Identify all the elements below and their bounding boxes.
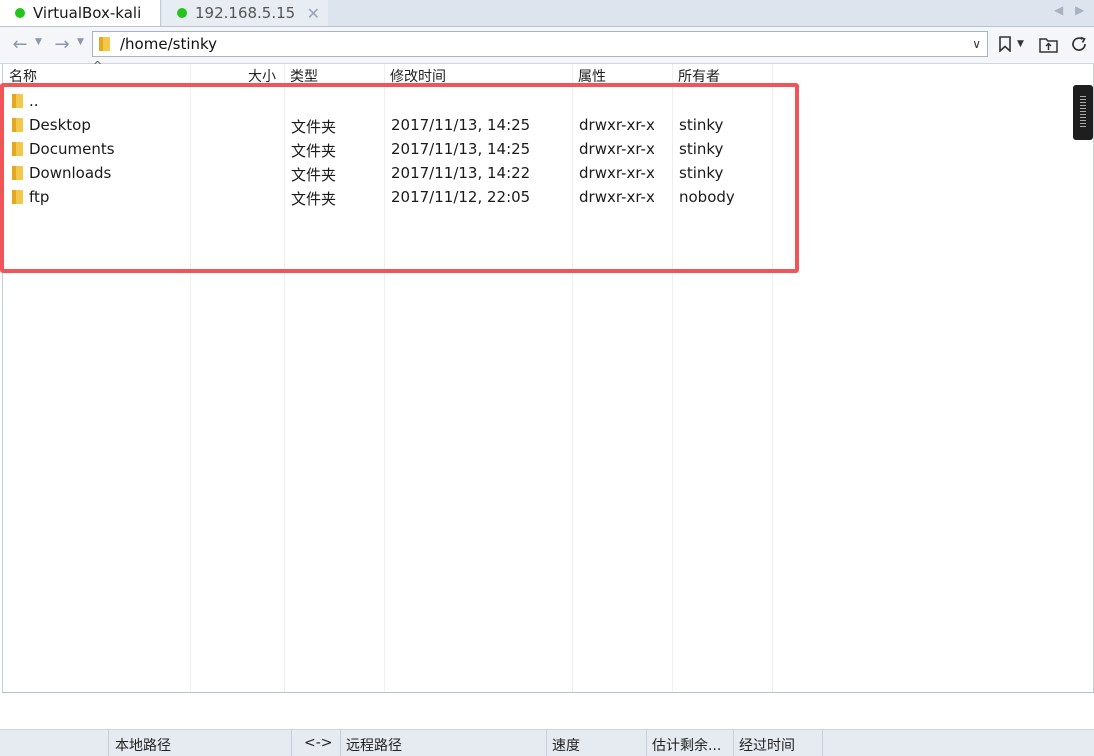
column-header-owner[interactable]: 所有者 xyxy=(678,66,720,86)
file-type: 文件夹 xyxy=(291,166,337,184)
column-divider xyxy=(291,730,292,756)
close-icon[interactable]: ✕ xyxy=(307,4,320,23)
tab-label: 192.168.5.15 xyxy=(195,4,296,22)
path-input[interactable]: /home/stinky ∨ xyxy=(92,31,988,57)
file-modified: 2017/11/13, 14:25 xyxy=(391,116,531,134)
sort-ascending-icon: ^ xyxy=(93,59,103,72)
tab-scroll-right-icon[interactable]: ▶ xyxy=(1075,3,1084,17)
tab-192-168-5-15[interactable]: 192.168.5.15 ✕ xyxy=(162,0,328,26)
folder-icon xyxy=(12,94,23,108)
path-text: /home/stinky xyxy=(120,35,218,53)
column-header: 名称 ^ 大小 类型 修改时间 属性 所有者 xyxy=(3,59,773,86)
file-row-ftp[interactable]: ftp 文件夹 2017/11/12, 22:05 drwxr-xr-x nob… xyxy=(3,185,773,209)
tab-bar: VirtualBox-kali 192.168.5.15 ✕ ◀ ▶ xyxy=(0,0,1094,27)
grip-icon xyxy=(1080,96,1086,129)
file-owner: stinky xyxy=(679,140,724,158)
forward-history-dropdown-icon[interactable]: ▼ xyxy=(77,37,84,47)
file-permissions: drwxr-xr-x xyxy=(579,188,655,206)
file-type: 文件夹 xyxy=(291,118,337,136)
column-header-modified[interactable]: 修改时间 xyxy=(390,66,446,86)
folder-icon xyxy=(12,190,23,204)
queue-column-remote-path[interactable]: 远程路径 xyxy=(346,735,402,755)
folder-icon xyxy=(99,37,110,51)
file-owner: stinky xyxy=(679,164,724,182)
file-list[interactable]: 名称 ^ 大小 类型 修改时间 属性 所有者 .. Desktop 文件夹 20… xyxy=(2,59,1094,693)
parent-folder-button[interactable] xyxy=(1039,33,1058,55)
file-name: Downloads xyxy=(29,164,112,182)
forward-arrow-icon[interactable]: → xyxy=(52,33,72,55)
back-arrow-icon[interactable]: ← xyxy=(10,33,30,55)
file-modified: 2017/11/12, 22:05 xyxy=(391,188,531,206)
column-divider xyxy=(108,730,109,756)
parent-folder-icon xyxy=(1039,37,1058,53)
file-name: ftp xyxy=(29,188,50,206)
tab-label: VirtualBox-kali xyxy=(33,4,142,22)
file-owner: nobody xyxy=(679,188,735,206)
bookmark-dropdown-icon[interactable]: ▼ xyxy=(1017,39,1024,49)
queue-column-direction[interactable]: <-> xyxy=(304,735,333,751)
file-modified: 2017/11/13, 14:25 xyxy=(391,140,531,158)
bookmark-button[interactable]: ▼ xyxy=(998,33,1024,55)
refresh-button[interactable] xyxy=(1070,33,1088,55)
file-row-desktop[interactable]: Desktop 文件夹 2017/11/13, 14:25 drwxr-xr-x… xyxy=(3,113,773,137)
queue-column-elapsed[interactable]: 经过时间 xyxy=(739,735,795,755)
column-header-name[interactable]: 名称 xyxy=(9,66,37,86)
file-name: Documents xyxy=(29,140,115,158)
column-header-size[interactable]: 大小 xyxy=(248,66,276,86)
column-header-permissions[interactable]: 属性 xyxy=(578,66,606,86)
tab-virtualbox-kali[interactable]: VirtualBox-kali xyxy=(0,0,161,26)
queue-column-local-path[interactable]: 本地路径 xyxy=(115,735,171,755)
panel-drag-handle[interactable] xyxy=(1073,85,1093,140)
bookmark-icon xyxy=(999,36,1011,52)
file-owner: stinky xyxy=(679,116,724,134)
column-divider xyxy=(546,730,547,756)
tab-scroll-left-icon[interactable]: ◀ xyxy=(1054,3,1063,17)
file-permissions: drwxr-xr-x xyxy=(579,140,655,158)
folder-icon xyxy=(12,142,23,156)
file-permissions: drwxr-xr-x xyxy=(579,164,655,182)
file-name: Desktop xyxy=(29,116,91,134)
refresh-icon xyxy=(1072,36,1086,51)
file-type: 文件夹 xyxy=(291,142,337,160)
toolbar: ← ▼ → ▼ /home/stinky ∨ ▼ xyxy=(0,27,1094,64)
file-modified: 2017/11/13, 14:22 xyxy=(391,164,531,182)
column-divider xyxy=(340,730,341,756)
folder-icon xyxy=(12,166,23,180)
transfer-queue-header: 本地路径 <-> 远程路径 速度 估计剩余... 经过时间 xyxy=(0,729,1094,756)
chevron-down-icon[interactable]: ∨ xyxy=(972,37,981,51)
file-row-documents[interactable]: Documents 文件夹 2017/11/13, 14:25 drwxr-xr… xyxy=(3,137,773,161)
connection-status-icon xyxy=(177,8,187,18)
folder-icon xyxy=(12,118,23,132)
file-permissions: drwxr-xr-x xyxy=(579,116,655,134)
file-row-parent[interactable]: .. xyxy=(3,89,773,113)
column-header-type[interactable]: 类型 xyxy=(290,66,318,86)
back-history-dropdown-icon[interactable]: ▼ xyxy=(35,37,42,47)
column-divider xyxy=(822,730,823,756)
file-type: 文件夹 xyxy=(291,190,337,208)
connection-status-icon xyxy=(15,8,25,18)
queue-column-speed[interactable]: 速度 xyxy=(552,735,580,755)
file-name: .. xyxy=(29,92,39,110)
column-divider xyxy=(733,730,734,756)
file-row-downloads[interactable]: Downloads 文件夹 2017/11/13, 14:22 drwxr-xr… xyxy=(3,161,773,185)
queue-column-remaining[interactable]: 估计剩余... xyxy=(652,735,721,755)
column-divider xyxy=(646,730,647,756)
